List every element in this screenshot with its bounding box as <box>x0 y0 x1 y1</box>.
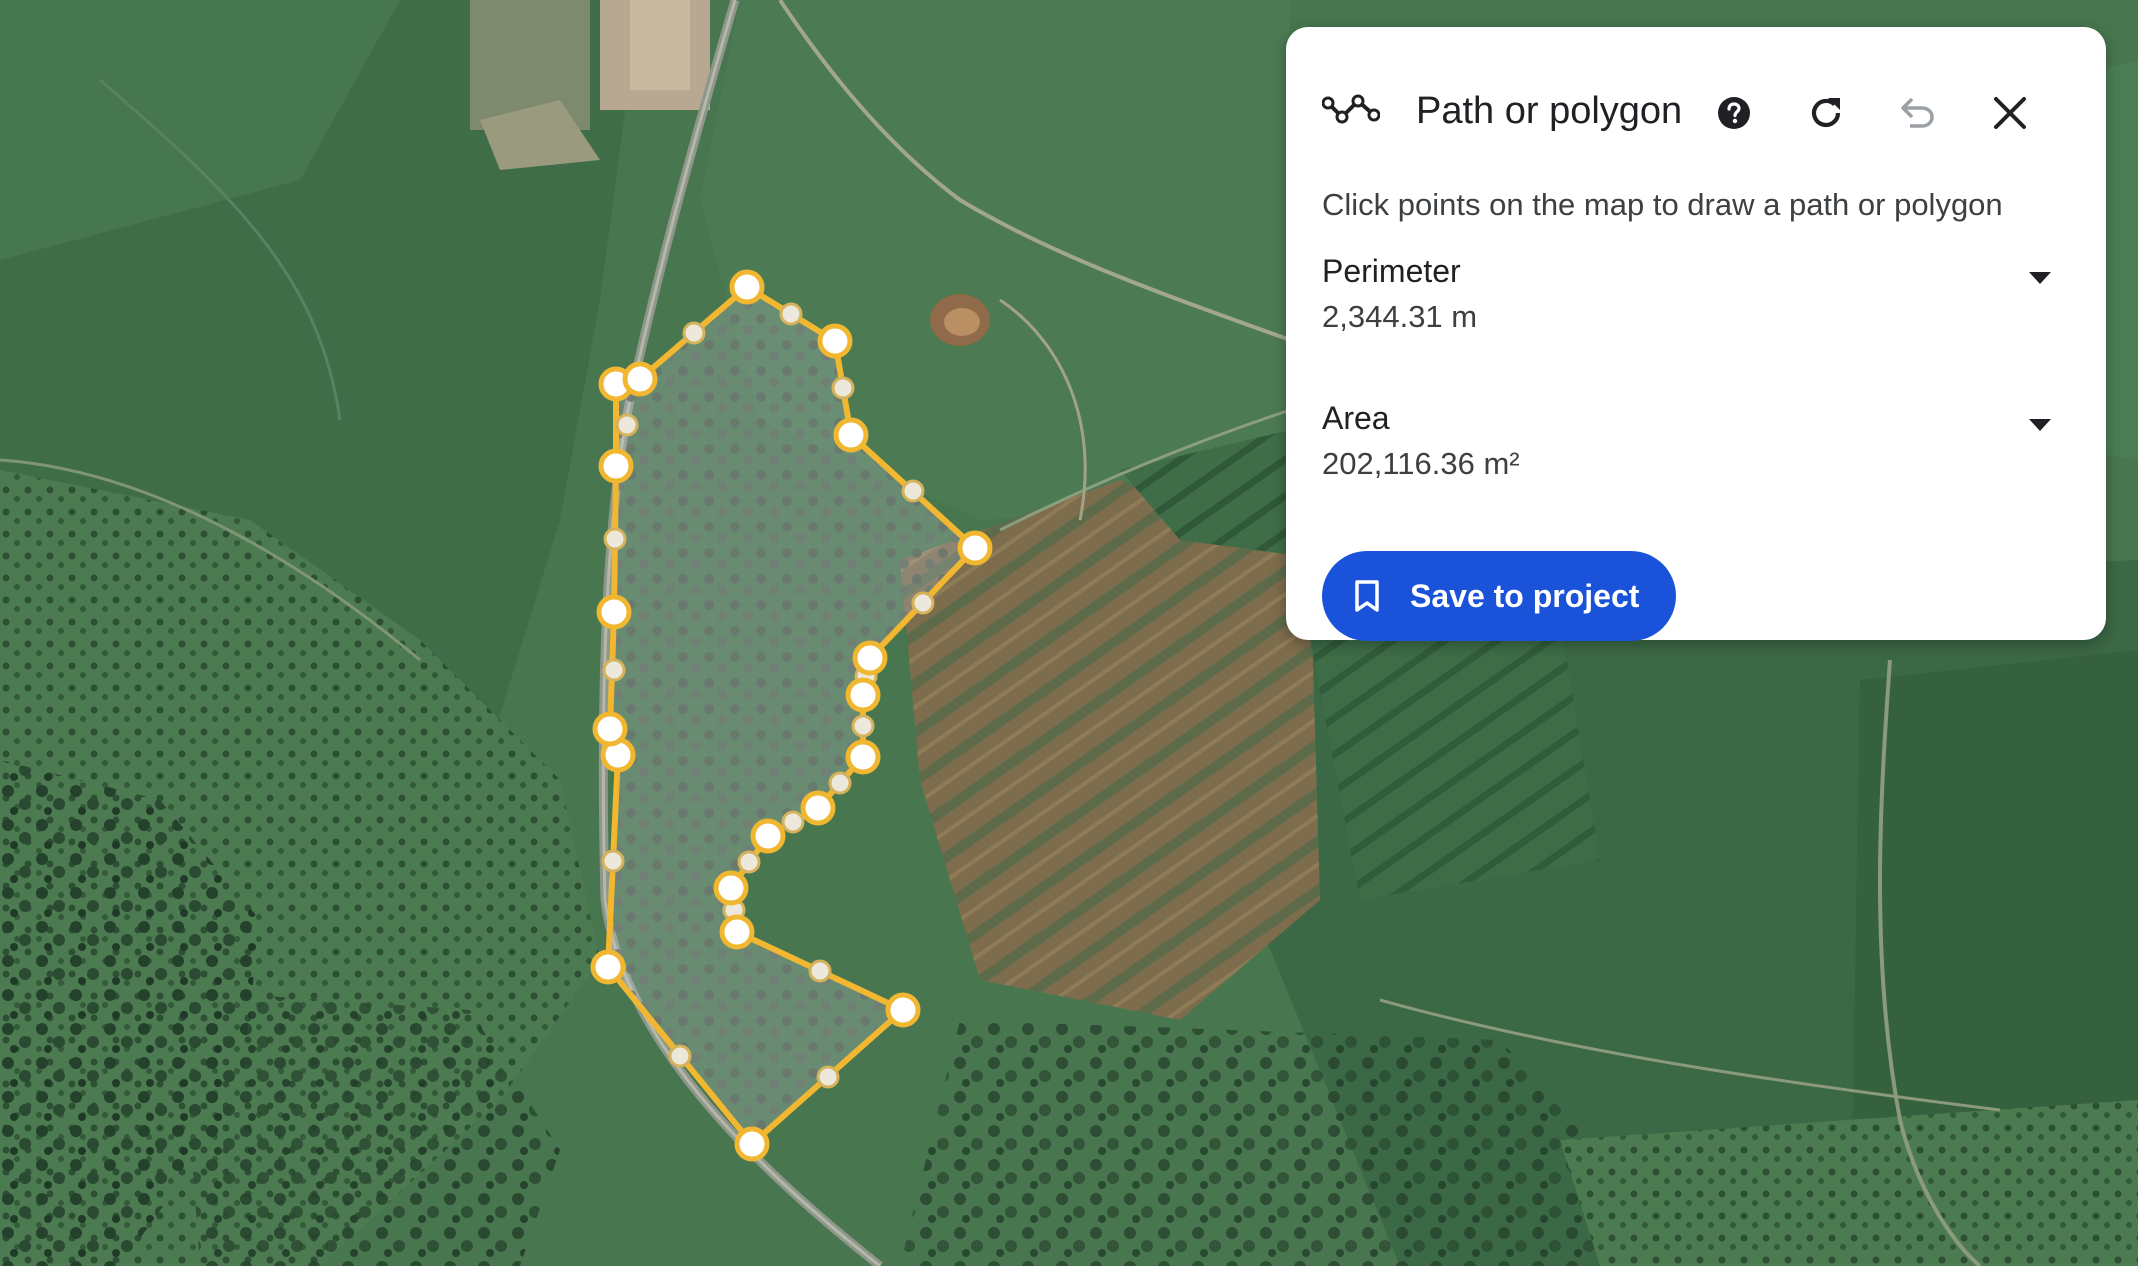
vertex-handle[interactable] <box>590 949 626 985</box>
vertex-handle[interactable] <box>713 870 749 906</box>
panel-title: Path or polygon <box>1416 90 1683 132</box>
area-row[interactable]: Area 202,116.36 m² <box>1322 398 2062 498</box>
vertex-handle[interactable] <box>734 1126 770 1162</box>
vertex-handle[interactable] <box>845 739 881 775</box>
midpoint-handle[interactable] <box>911 591 935 615</box>
vertex-handle[interactable] <box>800 790 836 826</box>
midpoint-handle[interactable] <box>779 302 803 326</box>
midpoint-handle[interactable] <box>808 959 832 983</box>
vertex-handle[interactable] <box>957 530 993 566</box>
undo-button[interactable] <box>1892 87 1944 139</box>
vertex-handle[interactable] <box>719 914 755 950</box>
midpoint-handle[interactable] <box>781 810 805 834</box>
reset-button[interactable] <box>1800 87 1852 139</box>
close-button[interactable] <box>1984 87 2036 139</box>
midpoint-handle[interactable] <box>682 321 706 345</box>
midpoint-handle[interactable] <box>901 479 925 503</box>
midpoint-handle[interactable] <box>851 714 875 738</box>
help-icon <box>1718 97 1750 129</box>
area-value: 202,116.36 m² <box>1322 446 1520 481</box>
caret-down-icon[interactable] <box>2028 271 2052 285</box>
panel-header: Path or polygon <box>1286 27 2106 157</box>
vertex-handle[interactable] <box>596 594 632 630</box>
save-button-label: Save to project <box>1410 578 1640 614</box>
midpoint-handle[interactable] <box>602 658 626 682</box>
vertex-handle[interactable] <box>845 677 881 713</box>
close-icon <box>1994 97 2026 129</box>
measure-panel: Path or polygon Click points on the map … <box>1286 27 2106 641</box>
vertex-handle[interactable] <box>852 640 888 676</box>
help-button[interactable] <box>1708 87 1760 139</box>
area-label: Area <box>1322 400 1390 436</box>
midpoint-handle[interactable] <box>737 850 761 874</box>
midpoint-handle[interactable] <box>668 1044 692 1068</box>
midpoint-handle[interactable] <box>816 1065 840 1089</box>
vertex-handle[interactable] <box>750 818 786 854</box>
vertex-handle[interactable] <box>729 269 765 305</box>
save-to-project-button[interactable]: Save to project <box>1322 551 1676 641</box>
perimeter-label: Perimeter <box>1322 253 1461 289</box>
reset-icon <box>1811 98 1841 128</box>
midpoint-handle[interactable] <box>828 771 852 795</box>
vertex-handle[interactable] <box>592 711 628 747</box>
midpoint-handle[interactable] <box>603 527 627 551</box>
caret-down-icon[interactable] <box>2028 418 2052 432</box>
vertex-handle[interactable] <box>885 992 921 1028</box>
perimeter-row[interactable]: Perimeter 2,344.31 m <box>1322 251 2062 351</box>
instructions-text: Click points on the map to draw a path o… <box>1322 187 2003 222</box>
vertex-handle[interactable] <box>817 323 853 359</box>
vertex-handle[interactable] <box>622 361 658 397</box>
midpoint-handle[interactable] <box>601 849 625 873</box>
vertex-handle[interactable] <box>598 448 634 484</box>
undo-icon <box>1901 97 1934 128</box>
midpoint-handle[interactable] <box>831 376 855 400</box>
midpoint-handle[interactable] <box>615 413 639 437</box>
vertex-handle[interactable] <box>833 417 869 453</box>
path-polygon-icon <box>1322 94 1380 124</box>
bookmark-icon <box>1355 580 1379 612</box>
perimeter-value: 2,344.31 m <box>1322 299 1478 334</box>
